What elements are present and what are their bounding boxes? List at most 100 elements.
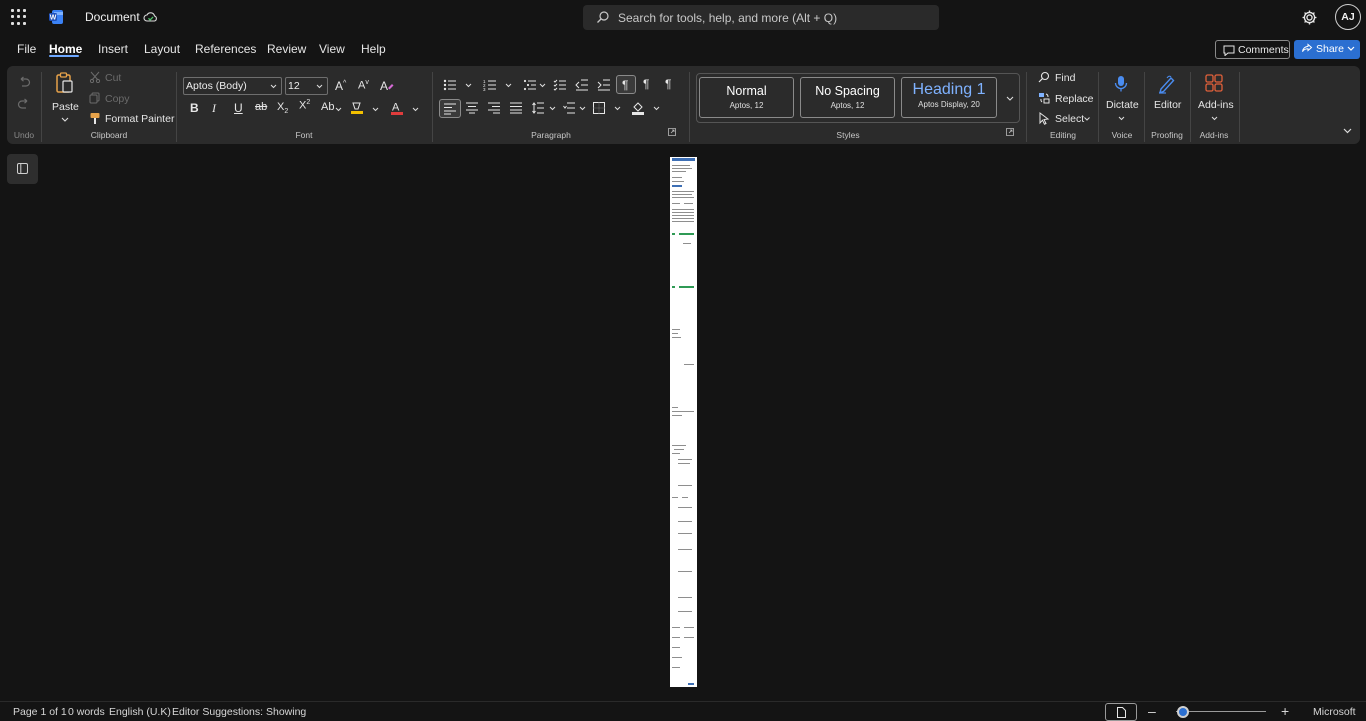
borders-icon[interactable] xyxy=(593,102,605,114)
underline-icon[interactable]: U xyxy=(234,101,243,115)
change-case-icon[interactable]: Ab xyxy=(321,101,334,113)
rtl-paragraph-icon[interactable]: ¶ xyxy=(643,77,649,91)
undo-icon[interactable] xyxy=(17,76,31,89)
ribbon-expand-chevron-icon[interactable] xyxy=(1343,128,1352,134)
paste-icon[interactable] xyxy=(55,72,75,94)
share-button[interactable]: Share xyxy=(1294,40,1360,59)
italic-icon[interactable]: I xyxy=(212,101,216,116)
cloud-saved-icon[interactable] xyxy=(143,10,158,25)
clear-formatting-icon[interactable]: A xyxy=(380,79,394,92)
tab-home[interactable]: Home xyxy=(49,42,82,56)
font-color-icon[interactable]: A xyxy=(390,101,404,115)
bold-icon[interactable]: B xyxy=(190,101,199,115)
decrease-indent-icon[interactable] xyxy=(575,79,589,91)
redo-icon[interactable] xyxy=(17,98,31,111)
superscript-icon[interactable]: X2 xyxy=(299,99,310,112)
align-right-icon[interactable] xyxy=(488,102,501,114)
chevron-down-icon[interactable] xyxy=(1347,46,1355,52)
tab-review[interactable]: Review xyxy=(267,42,306,56)
show-formatting-marks-icon[interactable]: ¶ xyxy=(665,77,671,91)
numbering-icon[interactable]: 123 xyxy=(483,79,497,91)
justify-icon[interactable] xyxy=(510,102,523,114)
chevron-down-icon[interactable] xyxy=(465,83,472,88)
styles-dialog-launcher-icon[interactable] xyxy=(1006,128,1014,136)
align-left-button[interactable] xyxy=(439,99,461,118)
style-heading-1[interactable]: Heading 1 Aptos Display, 20 xyxy=(901,77,997,118)
zoom-out-icon[interactable]: – xyxy=(1148,703,1156,719)
chevron-down-icon[interactable] xyxy=(505,83,512,88)
zoom-slider-thumb[interactable] xyxy=(1177,706,1189,718)
zoom-in-icon[interactable]: + xyxy=(1281,703,1289,719)
editor-suggestions-status[interactable]: Editor Suggestions: Showing xyxy=(172,706,306,718)
chevron-down-icon[interactable] xyxy=(372,107,379,112)
tab-layout[interactable]: Layout xyxy=(144,42,180,56)
style-no-spacing[interactable]: No Spacing Aptos, 12 xyxy=(800,77,895,118)
user-avatar[interactable]: AJ xyxy=(1335,4,1361,30)
ltr-paragraph-button[interactable]: ¶ xyxy=(616,75,636,94)
find-label[interactable]: Find xyxy=(1055,72,1075,84)
tab-file[interactable]: File xyxy=(17,42,36,56)
increase-indent-icon[interactable] xyxy=(597,79,611,91)
copy-label[interactable]: Copy xyxy=(105,93,130,105)
cut-label[interactable]: Cut xyxy=(105,72,121,84)
editor-label[interactable]: Editor xyxy=(1154,99,1181,111)
page-count[interactable]: Page 1 of 1 xyxy=(13,706,67,718)
line-spacing-icon[interactable] xyxy=(532,102,545,114)
bullets-icon[interactable] xyxy=(443,79,457,91)
cut-icon[interactable] xyxy=(89,71,101,83)
multilevel-list-icon[interactable] xyxy=(523,79,537,91)
chevron-down-icon[interactable] xyxy=(412,107,419,112)
paste-label[interactable]: Paste xyxy=(52,101,79,113)
chevron-down-icon[interactable] xyxy=(653,106,660,111)
dictate-label[interactable]: Dictate xyxy=(1106,99,1139,111)
print-layout-view-button[interactable] xyxy=(1105,703,1137,721)
document-page[interactable] xyxy=(670,157,697,687)
language-status[interactable]: English (U.K) xyxy=(109,706,171,718)
font-name-dropdown[interactable]: Aptos (Body) xyxy=(183,77,282,95)
paste-chevron-icon[interactable] xyxy=(61,117,69,123)
zoom-slider-track[interactable] xyxy=(1176,711,1266,712)
document-title[interactable]: Document xyxy=(85,10,140,24)
add-ins-label[interactable]: Add-ins xyxy=(1198,99,1234,111)
checklist-icon[interactable] xyxy=(553,79,567,91)
comments-button[interactable]: Comments xyxy=(1215,40,1290,59)
font-size-dropdown[interactable]: 12 xyxy=(285,77,328,95)
find-icon[interactable] xyxy=(1038,71,1050,83)
format-painter-icon[interactable] xyxy=(89,112,101,125)
editor-pen-icon[interactable] xyxy=(1157,74,1177,94)
shrink-font-icon[interactable]: Av xyxy=(358,79,369,92)
microphone-icon[interactable] xyxy=(1114,75,1128,93)
tab-help[interactable]: Help xyxy=(361,42,386,56)
subscript-icon[interactable]: X2 xyxy=(277,101,288,115)
tab-insert[interactable]: Insert xyxy=(98,42,128,56)
chevron-down-icon[interactable] xyxy=(579,106,586,111)
search-box[interactable]: Search for tools, help, and more (Alt + … xyxy=(583,5,939,30)
chevron-down-icon[interactable] xyxy=(614,106,621,111)
align-center-icon[interactable] xyxy=(466,102,479,114)
grow-font-icon[interactable]: A^ xyxy=(335,79,346,93)
select-icon[interactable] xyxy=(1038,112,1050,125)
strikethrough-icon[interactable]: ab xyxy=(255,101,267,113)
word-count[interactable]: 0 words xyxy=(68,706,105,718)
chevron-down-icon[interactable] xyxy=(335,107,342,112)
tab-references[interactable]: References xyxy=(195,42,256,56)
replace-label[interactable]: Replace xyxy=(1055,93,1094,105)
format-painter-label[interactable]: Format Painter xyxy=(105,113,174,125)
tab-view[interactable]: View xyxy=(319,42,345,56)
replace-icon[interactable] xyxy=(1038,92,1050,104)
paragraph-dialog-launcher-icon[interactable] xyxy=(668,128,676,136)
add-ins-icon[interactable] xyxy=(1205,74,1223,92)
navigation-pane-button[interactable] xyxy=(7,154,38,184)
shading-icon[interactable] xyxy=(631,101,645,115)
select-label[interactable]: Select xyxy=(1055,113,1084,125)
chevron-down-icon[interactable] xyxy=(1084,117,1090,121)
chevron-down-icon[interactable] xyxy=(1211,116,1218,121)
highlight-icon[interactable] xyxy=(350,101,364,115)
styles-more-chevron-icon[interactable] xyxy=(1006,96,1014,101)
chevron-down-icon[interactable] xyxy=(539,83,546,88)
style-normal[interactable]: Normal Aptos, 12 xyxy=(699,77,794,118)
word-logo-icon[interactable]: W xyxy=(48,9,64,25)
copy-icon[interactable] xyxy=(89,92,101,104)
paragraph-spacing-icon[interactable] xyxy=(563,102,576,114)
app-launcher-icon[interactable] xyxy=(9,8,27,26)
